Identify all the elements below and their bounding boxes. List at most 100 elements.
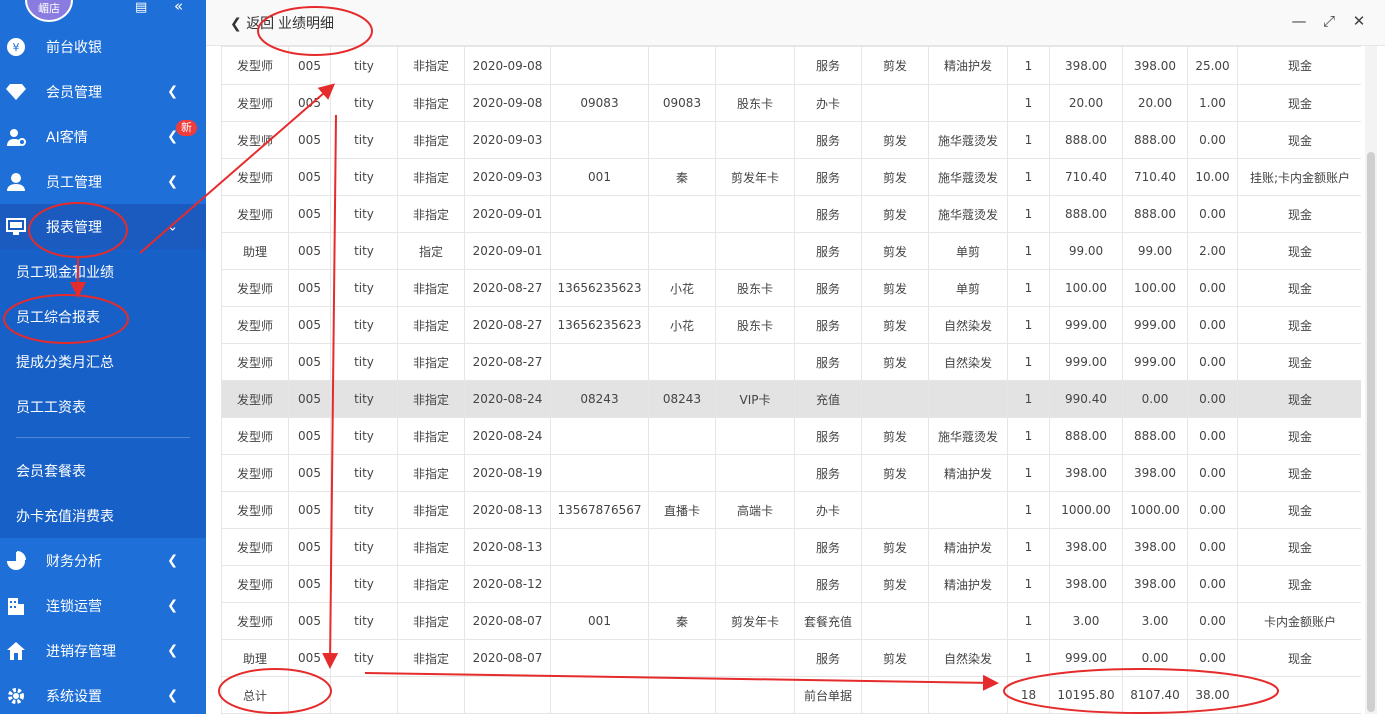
- chevron-left-icon: ❮: [167, 174, 178, 189]
- submenu-item-member-package[interactable]: 会员套餐表: [0, 448, 206, 493]
- cell-date: 2020-08-12: [464, 565, 551, 603]
- table-row[interactable]: 发型师 005 tity 非指定 2020-09-08 09083 09083 股东卡 办卡 1 2…: [221, 84, 1361, 122]
- cell-role: 发型师: [221, 195, 289, 233]
- cell-card-type: [715, 417, 795, 455]
- cell-card-number: [550, 343, 649, 381]
- cell-item-type: 剪发: [861, 158, 929, 196]
- cell-card-number: 09083: [550, 84, 649, 122]
- cell-date: 2020-09-01: [464, 195, 551, 233]
- table-row[interactable]: 发型师 005 tity 非指定 2020-09-01 服务 剪发 施华蔻烫发 1 888.00 8…: [221, 195, 1361, 233]
- pie-chart-icon: [6, 550, 26, 571]
- cell-customer-name: [648, 639, 716, 677]
- page-title: 业绩明细: [278, 16, 334, 32]
- cell-card-number: [550, 46, 649, 85]
- sidebar-item-member-management[interactable]: 会员管理 ❮: [0, 69, 206, 114]
- cell-category: 服务: [794, 343, 862, 381]
- total-cell-date: [464, 676, 551, 714]
- cell-commission: 2.00: [1187, 232, 1238, 270]
- cell-commission: 0.00: [1187, 269, 1238, 307]
- cell-performance: 999.00: [1122, 343, 1188, 381]
- sidebar-item-ai-customer[interactable]: AI客情 新 ❮: [0, 114, 206, 159]
- chevron-left-icon: ❮: [167, 84, 178, 99]
- cell-category: 服务: [794, 639, 862, 677]
- sidebar-item-label: AI客情: [46, 129, 88, 146]
- submenu-item-commission-monthly[interactable]: 提成分类月汇总: [0, 339, 206, 384]
- cell-payment-method: 现金: [1237, 528, 1361, 566]
- sidebar-item-chain-operations[interactable]: 连锁运营 ❮: [0, 583, 206, 628]
- total-cell-performance: 8107.40: [1122, 676, 1188, 714]
- cell-category: 服务: [794, 565, 862, 603]
- cell-card-number: [550, 195, 649, 233]
- cell-date: 2020-08-27: [464, 269, 551, 307]
- table-row[interactable]: 发型师 005 tity 非指定 2020-08-27 13656235623 小花 股东卡服…: [221, 306, 1361, 344]
- cell-category: 服务: [794, 46, 862, 85]
- cell-card-type: [715, 121, 795, 159]
- table-row[interactable]: 发型师 005 tity 非指定 2020-09-03 服务 剪发 施华蔻烫发 1 888.00 8…: [221, 121, 1361, 159]
- cell-payment-method: 现金: [1237, 454, 1361, 492]
- table-row[interactable]: 发型师 005 tity 非指定 2020-08-07 001 秦剪发年卡 套餐充值 1 3.00…: [221, 602, 1361, 640]
- cell-card-type: [715, 639, 795, 677]
- maximize-icon[interactable]: ⤢: [1321, 12, 1337, 30]
- cell-amount: 3.00: [1049, 602, 1123, 640]
- cell-staff-id: 005: [288, 232, 331, 270]
- table-row[interactable]: 发型师 005 tity 非指定 2020-08-27 13656235623 小花 股东卡服…: [221, 269, 1361, 307]
- table-row[interactable]: 发型师 005 tity 非指定 2020-08-24 服务 剪发 施华蔻烫发 1 888.00 8…: [221, 417, 1361, 455]
- submenu-item-staff-salary[interactable]: 员工工资表: [0, 384, 206, 429]
- table-row[interactable]: 发型师 005 tity 非指定 2020-09-08 服务 剪发 精油护发 1 398.00 39…: [221, 46, 1361, 85]
- cell-date: 2020-09-01: [464, 232, 551, 270]
- table-row[interactable]: 助理 005 tity 指定 2020-09-01 服务 剪发 单剪 1 99.00 99.00 2.…: [221, 232, 1361, 270]
- sidebar: 嵋店 ▤ « ¥ 前台收银 会员管理 ❮ AI客情 新 ❮ 员工管理 ❮ 报表管…: [0, 0, 206, 714]
- table-row[interactable]: 发型师 005 tity 非指定 2020-08-13 13567876567 直播卡 高端卡…: [221, 491, 1361, 529]
- cell-card-type: [715, 232, 795, 270]
- table-row[interactable]: 发型师 005 tity 非指定 2020-08-13 服务 剪发 精油护发 1 398.00 39…: [221, 528, 1361, 566]
- submenu-item-staff-cash-performance[interactable]: 员工现金和业绩: [0, 249, 206, 294]
- cell-staff-id: 005: [288, 491, 331, 529]
- back-button[interactable]: ❮ 返回: [230, 13, 274, 33]
- cell-performance: 99.00: [1122, 232, 1188, 270]
- cell-customer-name: [648, 565, 716, 603]
- double-chevron-left-icon[interactable]: «: [174, 0, 183, 15]
- table-row[interactable]: 发型师 005 tity 非指定 2020-08-12 服务 剪发 精油护发 1 398.00 39…: [221, 565, 1361, 603]
- chevron-left-icon: ❮: [167, 129, 178, 144]
- sidebar-item-inventory[interactable]: 进销存管理 ❮: [0, 628, 206, 673]
- sidebar-item-finance-analysis[interactable]: 财务分析 ❮: [0, 538, 206, 583]
- submenu-item-staff-report[interactable]: 员工综合报表: [0, 294, 206, 339]
- sidebar-item-staff-management[interactable]: 员工管理 ❮: [0, 159, 206, 204]
- cell-quantity: 1: [1007, 121, 1050, 159]
- cell-quantity: 1: [1007, 306, 1050, 344]
- sidebar-item-system-settings[interactable]: 系统设置 ❮: [0, 673, 206, 714]
- cell-category: 办卡: [794, 84, 862, 122]
- cell-commission: 1.00: [1187, 84, 1238, 122]
- table-body: 发型师 005 tity 非指定 2020-09-08 服务 剪发 精油护发 1 398.00 39…: [221, 46, 1361, 714]
- vertical-scrollbar[interactable]: [1365, 46, 1377, 714]
- sidebar-item-front-cashier[interactable]: ¥ 前台收银: [0, 24, 206, 69]
- cell-performance: 398.00: [1122, 46, 1188, 85]
- cell-amount: 99.00: [1049, 232, 1123, 270]
- scrollbar-thumb[interactable]: [1367, 152, 1375, 712]
- total-cell-service: [928, 676, 1008, 714]
- submenu-item-card-recharge[interactable]: 办卡充值消费表: [0, 493, 206, 538]
- title-bar: ❮ 返回 业绩明细 — ⤢ ✕: [206, 0, 1385, 46]
- cell-service: [928, 84, 1008, 122]
- close-icon[interactable]: ✕: [1351, 12, 1367, 30]
- table-row[interactable]: 发型师 005 tity 非指定 2020-08-24 08243 08243 VIP卡 充值 1…: [221, 380, 1361, 418]
- cell-service: 精油护发: [928, 46, 1008, 85]
- total-cell-staff-id: [288, 676, 331, 714]
- avatar[interactable]: 嵋店: [25, 0, 73, 22]
- table-row[interactable]: 发型师 005 tity 非指定 2020-09-03 001 秦剪发年卡 服务 剪发 施华蔻烫发…: [221, 158, 1361, 196]
- monitor-icon[interactable]: ▤: [135, 0, 147, 15]
- table-row[interactable]: 助理 005 tity 非指定 2020-08-07 服务 剪发 自然染发 1 999.00 0.0…: [221, 639, 1361, 677]
- minimize-icon[interactable]: —: [1291, 12, 1307, 30]
- report-submenu: 员工现金和业绩 员工综合报表 提成分类月汇总 员工工资表 会员套餐表 办卡充值消…: [0, 249, 206, 538]
- cell-card-number: [550, 454, 649, 492]
- cell-staff-name: tity: [330, 306, 398, 344]
- back-label: 返回: [246, 16, 275, 32]
- cell-payment-method: 现金: [1237, 565, 1361, 603]
- table-row[interactable]: 发型师 005 tity 非指定 2020-08-27 服务 剪发 自然染发 1 999.00 99…: [221, 343, 1361, 381]
- sidebar-item-report-management[interactable]: 报表管理 ⌄: [0, 204, 206, 249]
- cell-role: 发型师: [221, 306, 289, 344]
- cell-performance: 888.00: [1122, 195, 1188, 233]
- table-row[interactable]: 发型师 005 tity 非指定 2020-08-19 服务 剪发 精油护发 1 398.00 39…: [221, 454, 1361, 492]
- new-badge: 新: [176, 120, 197, 136]
- cell-customer-name: 小花: [648, 306, 716, 344]
